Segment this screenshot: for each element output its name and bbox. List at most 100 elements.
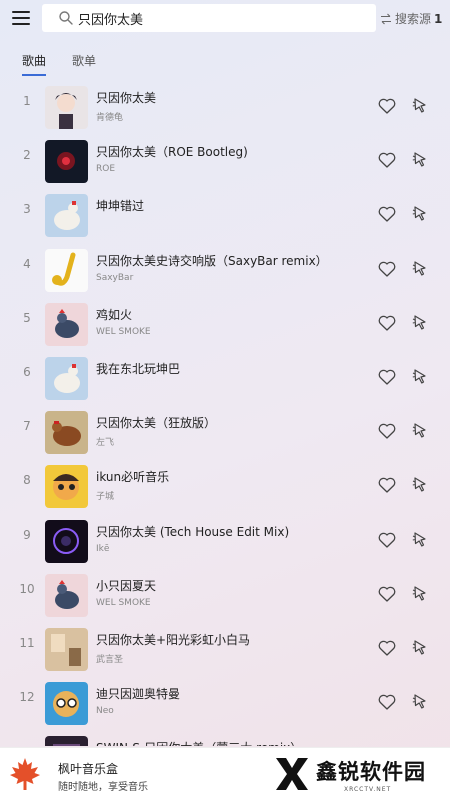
- song-title: 坤坤错过: [96, 199, 145, 214]
- song-title: SWIN-S-只因你太美（蒙三大 remix）: [96, 739, 302, 746]
- album-cover: [45, 682, 88, 726]
- song-row[interactable]: 11 只因你太美+阳光彩虹小白马 武言圣: [0, 621, 450, 675]
- song-row[interactable]: 2 只因你太美（ROE Bootleg) ROE: [0, 133, 450, 187]
- active-tab-indicator: [22, 74, 46, 76]
- song-artist: 左飞: [96, 438, 115, 449]
- song-title: 我在东北玩坤巴: [96, 362, 181, 376]
- heart-icon[interactable]: [378, 98, 396, 114]
- song-index: 12: [19, 690, 35, 705]
- song-artist: WEL SMOKE: [96, 597, 151, 608]
- play-cursor-icon[interactable]: [412, 260, 428, 278]
- heart-icon[interactable]: [378, 586, 396, 602]
- song-row[interactable]: 12 迪只因迦奥特曼 Neo: [0, 675, 450, 729]
- song-artist: 肯德龟: [96, 113, 124, 123]
- song-row[interactable]: 9 只因你太美 (Tech House Edit Mix) Ikē: [0, 513, 450, 567]
- song-title: 只因你太美 (Tech House Edit Mix): [96, 524, 290, 539]
- song-artist: Ikē: [96, 543, 110, 554]
- search-source-button[interactable]: 搜索源 1: [380, 10, 442, 27]
- search-source-label: 搜索源: [395, 12, 432, 26]
- song-row[interactable]: SWIN-S-只因你太美（蒙三大 remix）: [0, 729, 450, 746]
- song-title: 只因你太美史诗交响版（SaxyBar remix）: [96, 253, 328, 268]
- maple-leaf-icon: [10, 758, 40, 790]
- play-cursor-icon[interactable]: [412, 693, 428, 711]
- album-cover: [45, 628, 88, 671]
- album-cover: [45, 140, 88, 184]
- song-title: 只因你太美（ROE Bootleg): [96, 145, 248, 160]
- song-row[interactable]: 6 我在东北玩坤巴: [0, 350, 450, 404]
- song-title: 迪只因迦奥特曼: [96, 687, 181, 702]
- watermark-url: XRCCTV.NET: [344, 786, 392, 793]
- heart-icon[interactable]: [378, 369, 396, 385]
- song-index: 11: [19, 636, 35, 650]
- play-cursor-icon[interactable]: [412, 97, 428, 115]
- search-icon: [59, 11, 73, 25]
- song-row[interactable]: 1 只因你太美肯德龟: [0, 79, 450, 133]
- song-artist: WEL SMOKE: [96, 326, 151, 337]
- play-cursor-icon[interactable]: [412, 585, 428, 603]
- song-index: 1: [23, 94, 31, 108]
- song-title: 只因你太美+阳光彩虹小白马: [96, 633, 251, 647]
- app-name: 枫叶音乐盒: [58, 762, 119, 776]
- album-cover: [45, 302, 88, 346]
- album-cover: [45, 411, 88, 455]
- album-cover: [45, 736, 88, 746]
- album-cover: [45, 573, 88, 617]
- song-index: 9: [23, 527, 31, 542]
- play-cursor-icon[interactable]: [412, 639, 428, 657]
- album-cover: [45, 248, 88, 292]
- heart-icon[interactable]: [378, 477, 396, 494]
- play-cursor-icon[interactable]: [412, 476, 428, 494]
- album-cover: [45, 465, 88, 509]
- song-index: 3: [23, 202, 31, 217]
- play-cursor-icon[interactable]: [412, 205, 428, 223]
- song-title: ikun必听音乐: [96, 470, 170, 485]
- album-cover: [45, 194, 88, 238]
- play-cursor-icon[interactable]: [412, 151, 428, 169]
- song-artist: SaxyBar: [96, 272, 134, 283]
- song-row[interactable]: 8 ikun必听音乐 子城: [0, 458, 450, 512]
- heart-icon[interactable]: [378, 261, 396, 277]
- play-cursor-icon[interactable]: [412, 314, 428, 332]
- album-cover: [45, 86, 88, 129]
- watermark-x-icon: [276, 758, 308, 790]
- song-index: 4: [23, 256, 31, 271]
- song-title: 鸡如火: [96, 307, 133, 322]
- search-box[interactable]: [42, 4, 376, 32]
- song-index: 2: [23, 148, 31, 163]
- tab-bar: 歌曲 歌单: [0, 46, 450, 76]
- song-title: 只因你太美（狂放版）: [96, 416, 217, 431]
- song-row[interactable]: 7 只因你太美（狂放版） 左飞: [0, 404, 450, 458]
- song-row[interactable]: 5 鸡如火 WEL SMOKE: [0, 296, 450, 350]
- top-bar: 搜索源 1: [0, 0, 450, 40]
- song-title: 只因你太美: [96, 91, 157, 105]
- swap-icon: [381, 13, 391, 24]
- song-row[interactable]: 10 小只因夏天 WEL SMOKE: [0, 567, 450, 621]
- app-slogan: 随时随地，享受音乐: [58, 782, 148, 793]
- play-cursor-icon[interactable]: [412, 368, 428, 386]
- heart-icon[interactable]: [378, 694, 396, 710]
- heart-icon[interactable]: [378, 206, 396, 223]
- song-artist: ROE: [96, 164, 116, 175]
- song-row[interactable]: 3 坤坤错过: [0, 187, 450, 241]
- search-input[interactable]: [78, 10, 348, 26]
- heart-icon[interactable]: [378, 152, 396, 168]
- song-list: 1 只因你太美肯德龟 2 只因你太美（ROE Bootleg) ROE 3 坤坤错过 4 只因你…: [0, 79, 450, 746]
- heart-icon[interactable]: [378, 640, 396, 656]
- song-index: 10: [19, 581, 35, 596]
- song-index: 6: [23, 365, 31, 379]
- heart-icon[interactable]: [378, 423, 396, 439]
- watermark-text: 鑫锐软件园: [316, 760, 426, 784]
- tab-songs[interactable]: 歌曲: [22, 52, 46, 69]
- song-row[interactable]: 4 只因你太美史诗交响版（SaxyBar remix） SaxyBar: [0, 242, 450, 296]
- play-cursor-icon[interactable]: [412, 422, 428, 440]
- heart-icon[interactable]: [378, 532, 396, 548]
- song-index: 5: [23, 310, 31, 325]
- album-cover: [45, 519, 88, 563]
- tab-playlists[interactable]: 歌单: [72, 52, 96, 69]
- heart-icon[interactable]: [378, 315, 396, 331]
- menu-icon[interactable]: [12, 11, 30, 27]
- song-title: 小只因夏天: [96, 578, 157, 593]
- search-source-number: 1: [434, 11, 443, 26]
- play-cursor-icon[interactable]: [412, 531, 428, 549]
- song-artist: Neo: [96, 706, 114, 717]
